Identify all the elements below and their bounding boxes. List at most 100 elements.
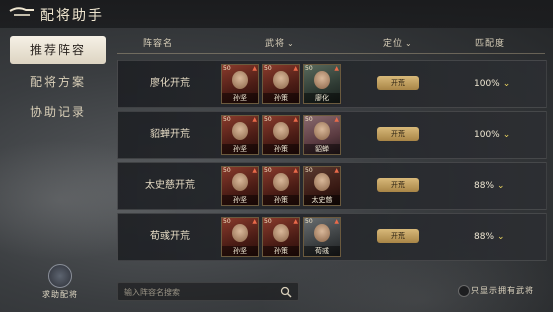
general-portrait[interactable]: 50 ▲ 太史慈: [303, 166, 341, 206]
owned-only-label: 只显示拥有武将: [471, 286, 534, 295]
table-row[interactable]: 荀彧开荒 50 ▲ 孙坚 50 ▲ 孙策 50 ▲ 荀彧 开荒 88% ⌄: [117, 213, 547, 261]
match-value: 88%: [474, 232, 495, 242]
search-input[interactable]: [122, 284, 276, 301]
rank-icon: ▲: [293, 116, 298, 123]
radio-circle-icon: [458, 285, 470, 297]
general-portrait[interactable]: 50 ▲ 孙坚: [221, 217, 259, 257]
role-badge[interactable]: 开荒: [377, 229, 419, 243]
request-assist-button[interactable]: 求助配将: [38, 264, 82, 300]
portrait-face: [273, 71, 289, 89]
portrait-face: [314, 224, 330, 242]
lineup-name: 荀彧开荒: [150, 231, 190, 242]
general-level: 50: [223, 167, 231, 174]
chevron-down-icon: ⌄: [497, 232, 505, 242]
back-arrow-icon: [9, 7, 34, 16]
match-score[interactable]: 88% ⌄: [474, 214, 505, 260]
lineup-name: 貂蝉开荒: [150, 129, 190, 140]
general-portrait[interactable]: 50 ▲ 孙策: [262, 166, 300, 206]
table-header: 阵容名 武将 ⌄ 定位 ⌄ 匹配度: [117, 33, 545, 54]
general-portrait[interactable]: 50 ▲ 孙策: [262, 64, 300, 104]
rank-icon: ▲: [293, 218, 298, 225]
column-header-name: 阵容名: [143, 39, 174, 49]
portrait-face: [314, 173, 330, 191]
general-name: 孙策: [263, 246, 299, 256]
general-portrait[interactable]: 50 ▲ 貂蝉: [303, 115, 341, 155]
header-bar: 配将助手: [0, 0, 553, 28]
column-header-generals[interactable]: 武将 ⌄: [265, 36, 295, 49]
general-name: 孙坚: [222, 93, 258, 103]
chevron-down-icon: ⌄: [502, 79, 511, 89]
general-level: 50: [223, 218, 231, 225]
match-value: 100%: [474, 79, 500, 89]
rank-icon: ▲: [252, 167, 257, 174]
chevron-down-icon: ⌄: [497, 181, 505, 191]
general-portrait[interactable]: 50 ▲ 孙坚: [221, 115, 259, 155]
page-title: 配将助手: [40, 8, 104, 24]
portrait-face: [232, 71, 248, 89]
general-name: 孙坚: [222, 195, 258, 205]
match-score[interactable]: 88% ⌄: [474, 163, 505, 209]
column-header-role-label: 定位: [383, 39, 404, 49]
rank-icon: ▲: [334, 65, 339, 72]
chevron-down-icon: ⌄: [502, 130, 511, 140]
chevron-down-icon: ⌄: [287, 39, 295, 48]
lineup-name: 廖化开荒: [150, 78, 190, 89]
request-assist-label: 求助配将: [42, 290, 78, 299]
table-row[interactable]: 廖化开荒 50 ▲ 孙坚 50 ▲ 孙策 50 ▲ 廖化 开荒 100% ⌄: [117, 60, 547, 108]
role-badge[interactable]: 开荒: [377, 178, 419, 192]
general-portrait[interactable]: 50 ▲ 孙策: [262, 217, 300, 257]
portrait-face: [232, 173, 248, 191]
rank-icon: ▲: [334, 167, 339, 174]
match-value: 100%: [474, 130, 500, 140]
match-score[interactable]: 100% ⌄: [474, 112, 510, 158]
general-level: 50: [223, 65, 231, 72]
rank-icon: ▲: [293, 167, 298, 174]
general-portrait[interactable]: 50 ▲ 孙坚: [221, 166, 259, 206]
lineup-name: 太史慈开荒: [145, 180, 195, 191]
general-level: 50: [223, 116, 231, 123]
search-box: [117, 282, 299, 301]
table-row[interactable]: 太史慈开荒 50 ▲ 孙坚 50 ▲ 孙策 50 ▲ 太史慈 开荒 88% ⌄: [117, 162, 547, 210]
rank-icon: ▲: [252, 218, 257, 225]
general-level: 50: [305, 218, 313, 225]
cards-icon: [48, 264, 72, 288]
general-level: 50: [305, 167, 313, 174]
search-icon[interactable]: [280, 286, 292, 298]
match-value: 88%: [474, 181, 495, 191]
general-name: 廖化: [304, 93, 340, 103]
sidebar-item-lineup-plans[interactable]: 配将方案: [10, 68, 106, 96]
general-name: 荀彧: [304, 246, 340, 256]
general-portrait[interactable]: 50 ▲ 荀彧: [303, 217, 341, 257]
general-name: 孙坚: [222, 246, 258, 256]
general-name: 太史慈: [304, 195, 340, 205]
column-header-role[interactable]: 定位 ⌄: [383, 36, 413, 49]
portrait-face: [314, 122, 330, 140]
table-row[interactable]: 貂蝉开荒 50 ▲ 孙坚 50 ▲ 孙策 50 ▲ 貂蝉 开荒 100% ⌄: [117, 111, 547, 159]
back-button[interactable]: [8, 5, 36, 23]
role-badge[interactable]: 开荒: [377, 127, 419, 141]
portrait-face: [273, 122, 289, 140]
general-level: 50: [264, 116, 272, 123]
general-level: 50: [264, 65, 272, 72]
sidebar-item-recommended-lineup[interactable]: 推荐阵容: [10, 36, 106, 64]
general-level: 50: [305, 65, 313, 72]
portrait-face: [232, 224, 248, 242]
rank-icon: ▲: [252, 65, 257, 72]
sidebar-item-assist-records[interactable]: 协助记录: [10, 98, 106, 126]
general-portrait[interactable]: 50 ▲ 孙坚: [221, 64, 259, 104]
role-badge[interactable]: 开荒: [377, 76, 419, 90]
general-portrait[interactable]: 50 ▲ 孙策: [262, 115, 300, 155]
rank-icon: ▲: [334, 116, 339, 123]
rank-icon: ▲: [252, 116, 257, 123]
general-name: 孙坚: [222, 144, 258, 154]
general-portrait[interactable]: 50 ▲ 廖化: [303, 64, 341, 104]
portrait-face: [273, 224, 289, 242]
general-name: 孙策: [263, 93, 299, 103]
general-name: 貂蝉: [304, 144, 340, 154]
column-header-generals-label: 武将: [265, 39, 286, 49]
chevron-down-icon: ⌄: [405, 39, 413, 48]
portrait-face: [273, 173, 289, 191]
general-name: 孙策: [263, 195, 299, 205]
portrait-face: [232, 122, 248, 140]
match-score[interactable]: 100% ⌄: [474, 61, 510, 107]
